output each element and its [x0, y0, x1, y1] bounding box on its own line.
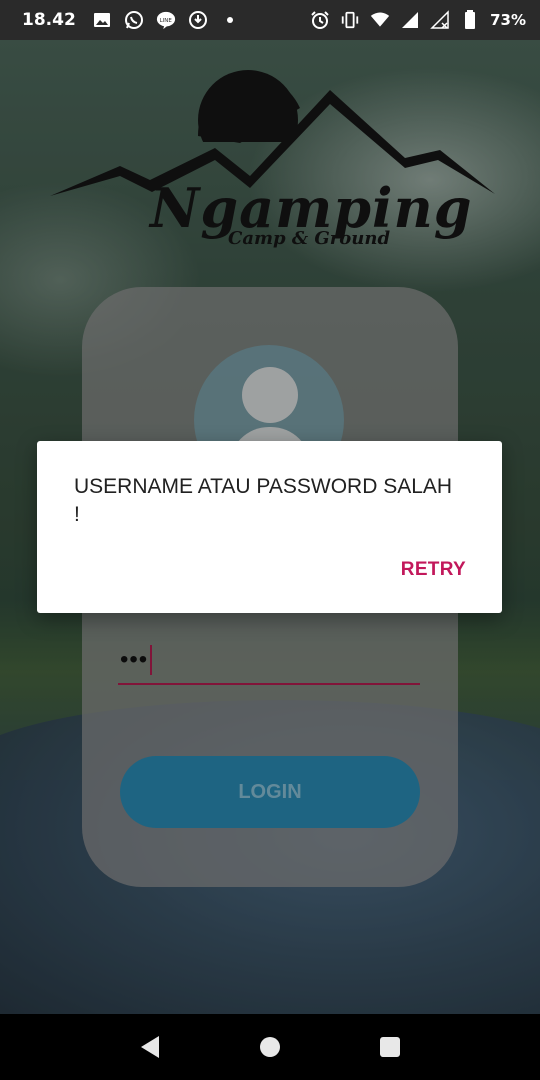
back-button[interactable]: [130, 1027, 170, 1067]
system-icons: 73%: [310, 10, 526, 30]
recents-icon: [380, 1037, 400, 1057]
vibrate-icon: [340, 10, 360, 30]
recents-button[interactable]: [370, 1027, 410, 1067]
battery-icon: [460, 10, 480, 30]
navigation-bar: [0, 1014, 540, 1080]
home-button[interactable]: [250, 1027, 290, 1067]
error-dialog: USERNAME ATAU PASSWORD SALAH ! RETRY: [37, 441, 502, 613]
wifi-icon: [370, 10, 390, 30]
retry-button[interactable]: RETRY: [401, 559, 466, 581]
line-icon: LINE: [156, 10, 176, 30]
dot-icon: [220, 10, 240, 30]
status-bar: 18.42 LINE 73%: [0, 0, 540, 40]
signal-no-data-icon: [430, 10, 450, 30]
status-time: 18.42: [22, 10, 76, 30]
svg-text:LINE: LINE: [159, 18, 172, 24]
back-icon: [141, 1036, 159, 1058]
notification-icons: LINE: [92, 10, 240, 30]
home-icon: [260, 1037, 280, 1057]
battery-percentage: 73%: [490, 11, 526, 29]
dialog-message: USERNAME ATAU PASSWORD SALAH !: [74, 475, 453, 526]
gallery-icon: [92, 10, 112, 30]
whatsapp-icon: [124, 10, 144, 30]
alarm-icon: [310, 10, 330, 30]
signal-icon: [400, 10, 420, 30]
download-icon: [188, 10, 208, 30]
